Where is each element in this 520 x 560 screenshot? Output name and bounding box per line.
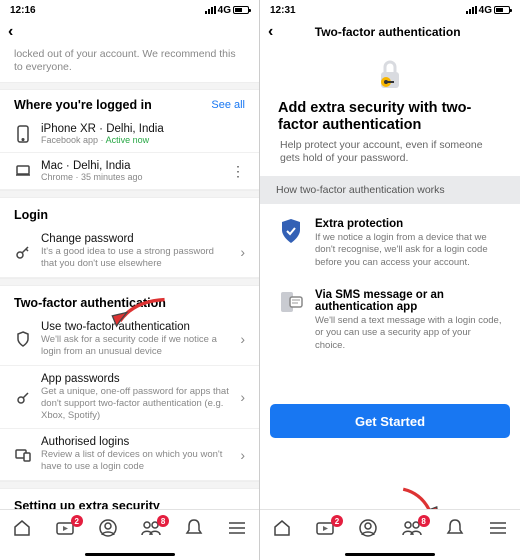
tab-home[interactable] (10, 518, 34, 543)
sms-device-icon (278, 289, 304, 352)
shield-icon (14, 331, 32, 347)
tab-watch[interactable]: 2 (313, 519, 337, 542)
section-2fa-title: Two-factor authentication (0, 286, 259, 314)
devices-icon (14, 448, 32, 462)
tab-bar: 2 8 (0, 509, 259, 551)
back-button[interactable]: ‹ (8, 23, 13, 41)
status-bar: 12:31 4G (260, 0, 520, 18)
section-login-title: Login (0, 198, 259, 226)
page-title: Two-factor authentication (273, 25, 502, 39)
feature-sms-app: Via SMS message or an authentication app… (260, 279, 520, 362)
app-passwords-row[interactable]: App passwordsGet a unique, one-off passw… (0, 366, 259, 430)
tab-groups[interactable]: 8 (400, 519, 424, 542)
nav-bar: ‹ Two-factor authentication (260, 18, 520, 46)
tab-menu[interactable] (486, 520, 510, 541)
network-label: 4G (479, 5, 492, 16)
chevron-right-icon: › (240, 447, 245, 463)
tab-profile[interactable] (356, 518, 380, 543)
network-label: 4G (218, 5, 231, 16)
truncated-note: locked out of your account. We recommend… (0, 46, 259, 82)
tab-bar: 2 8 (260, 509, 520, 551)
right-screenshot: 12:31 4G ‹ Two-factor authentication Add… (260, 0, 520, 560)
how-it-works-bar: How two-factor authentication works (260, 176, 520, 204)
tab-groups[interactable]: 8 (139, 519, 163, 542)
key-badge-icon (14, 390, 32, 405)
battery-icon (494, 6, 510, 14)
feature-extra-protection: Extra protectionIf we notice a login fro… (260, 208, 520, 279)
tab-notifications[interactable] (182, 518, 206, 543)
session-device: Mac · Delhi, India (41, 160, 222, 172)
authorised-logins-row[interactable]: Authorised loginsReview a list of device… (0, 429, 259, 481)
status-time: 12:31 (270, 5, 296, 16)
chevron-right-icon: › (240, 331, 245, 347)
signal-icon (205, 6, 216, 14)
tab-watch[interactable]: 2 (53, 519, 77, 542)
tab-profile[interactable] (96, 518, 120, 543)
lead-text: Help protect your account, even if someo… (260, 139, 520, 176)
tab-menu[interactable] (225, 520, 249, 541)
more-icon[interactable]: ⋮ (231, 163, 245, 180)
chevron-right-icon: › (240, 244, 245, 260)
heading: Add extra security with two-factor authe… (260, 98, 520, 139)
section-where-title: Where you're logged in (14, 98, 152, 112)
see-all-link[interactable]: See all (211, 99, 245, 111)
session-device: iPhone XR · Delhi, India (41, 123, 245, 135)
status-time: 12:16 (10, 5, 36, 16)
nav-bar: ‹ (0, 18, 259, 46)
battery-icon (233, 6, 249, 14)
status-bar: 12:16 4G (0, 0, 259, 18)
session-row[interactable]: Mac · Delhi, India Chrome · 35 minutes a… (0, 153, 259, 190)
annotation-arrow (400, 486, 448, 509)
laptop-icon (14, 164, 32, 178)
use-2fa-row[interactable]: Use two-factor authenticationWe'll ask f… (0, 314, 259, 366)
change-password-row[interactable]: Change passwordIt's a good idea to use a… (0, 226, 259, 278)
phone-icon (14, 125, 32, 143)
chevron-right-icon: › (240, 389, 245, 405)
home-indicator (345, 553, 435, 556)
signal-icon (466, 6, 477, 14)
get-started-button[interactable]: Get Started (270, 404, 510, 438)
home-indicator (85, 553, 175, 556)
lock-hero-icon (375, 58, 405, 92)
session-row[interactable]: iPhone XR · Delhi, India Facebook app · … (0, 116, 259, 153)
tab-notifications[interactable] (443, 518, 467, 543)
section-extra-title: Setting up extra security (0, 489, 259, 509)
shield-badge-icon (278, 218, 304, 269)
left-screenshot: 12:16 4G ‹ locked out of your account. W… (0, 0, 260, 560)
tab-home[interactable] (270, 518, 294, 543)
key-icon (14, 244, 32, 260)
